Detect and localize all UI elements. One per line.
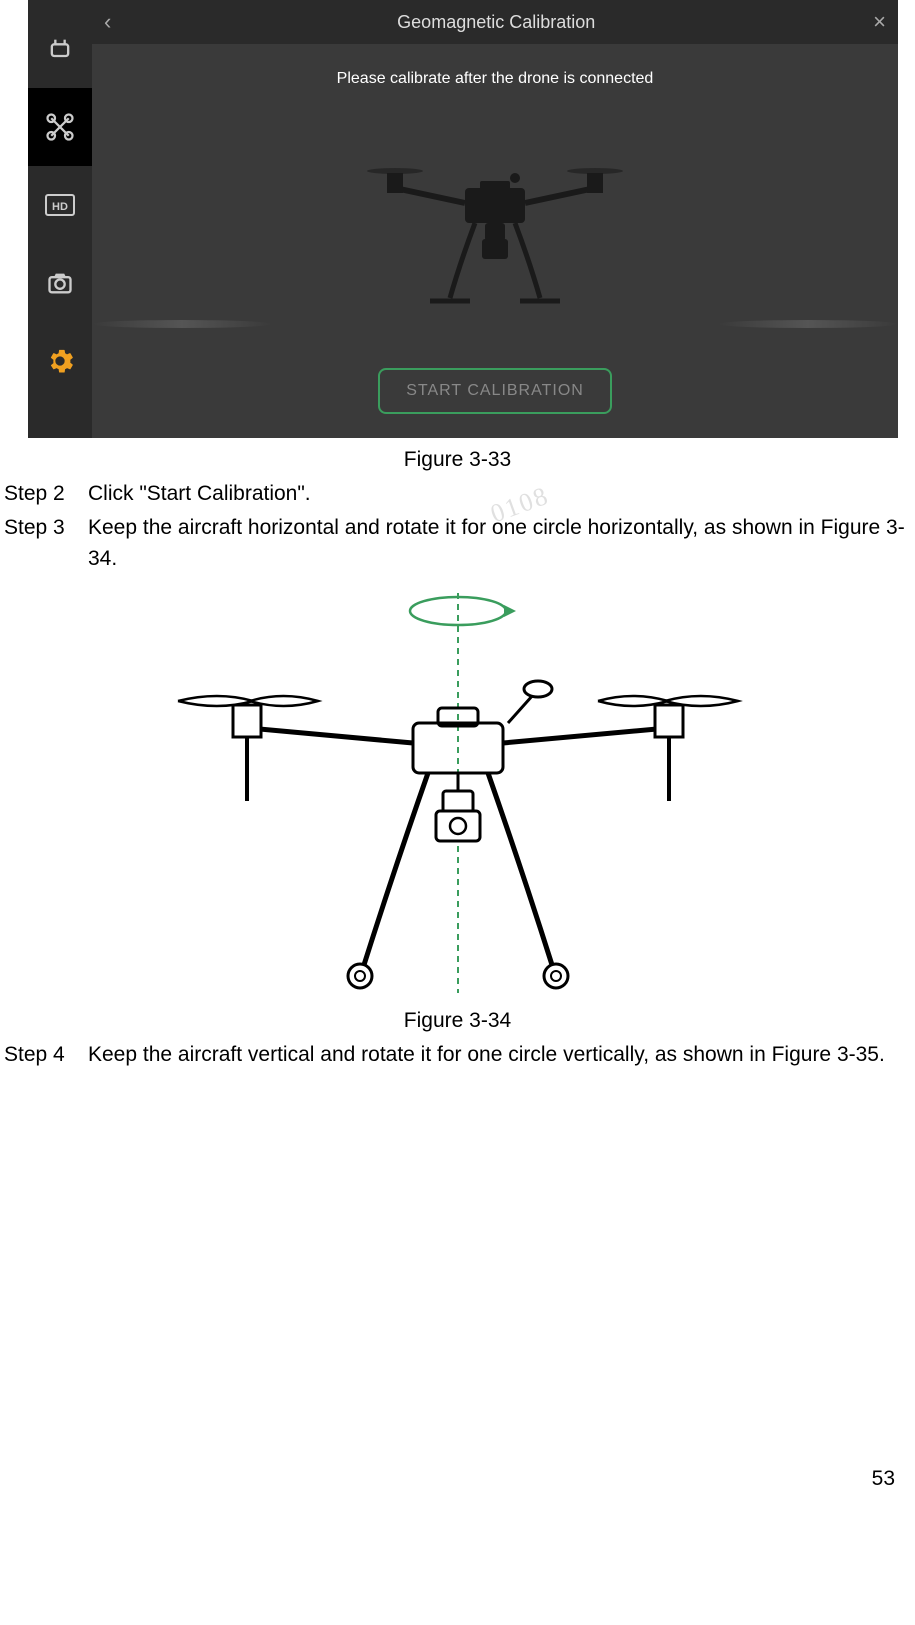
step-4-text: Keep the aircraft vertical and rotate it… xyxy=(88,1039,915,1071)
figure-334 xyxy=(138,583,778,1003)
runway-right xyxy=(718,320,898,328)
app-screenshot: HD ‹ Geomagnetic Calibration × Please ca… xyxy=(28,0,898,438)
start-calibration-button[interactable]: START CALIBRATION xyxy=(378,368,612,414)
drone-icon[interactable] xyxy=(28,88,92,166)
step-2: Step 2 Click "Start Calibration". xyxy=(4,478,915,510)
step-3-label: Step 3 xyxy=(4,512,88,575)
figure-333-caption: Figure 3-33 xyxy=(0,448,915,472)
drone-display xyxy=(92,88,898,368)
remote-icon[interactable] xyxy=(28,10,92,88)
figure-334-caption: Figure 3-34 xyxy=(0,1009,915,1033)
drone-rotation-diagram xyxy=(138,583,778,1003)
back-icon[interactable]: ‹ xyxy=(104,9,111,35)
main-panel: ‹ Geomagnetic Calibration × Please calib… xyxy=(92,0,898,438)
close-icon[interactable]: × xyxy=(873,9,886,35)
step-3: Step 3 Keep the aircraft horizontal and … xyxy=(4,512,915,575)
sidebar: HD xyxy=(28,0,92,438)
drone-image xyxy=(365,133,625,323)
step-4-label: Step 4 xyxy=(4,1039,88,1071)
page-number: 53 xyxy=(872,1467,895,1491)
camera-icon[interactable] xyxy=(28,244,92,322)
calibration-message: Please calibrate after the drone is conn… xyxy=(92,70,898,88)
header: ‹ Geomagnetic Calibration × xyxy=(92,0,898,44)
header-title: Geomagnetic Calibration xyxy=(119,12,873,33)
step-4: Step 4 Keep the aircraft vertical and ro… xyxy=(4,1039,915,1071)
settings-icon[interactable] xyxy=(28,322,92,400)
step-2-label: Step 2 xyxy=(4,478,88,510)
hd-icon[interactable]: HD xyxy=(28,166,92,244)
runway-left xyxy=(92,320,272,328)
svg-text:HD: HD xyxy=(52,201,68,213)
